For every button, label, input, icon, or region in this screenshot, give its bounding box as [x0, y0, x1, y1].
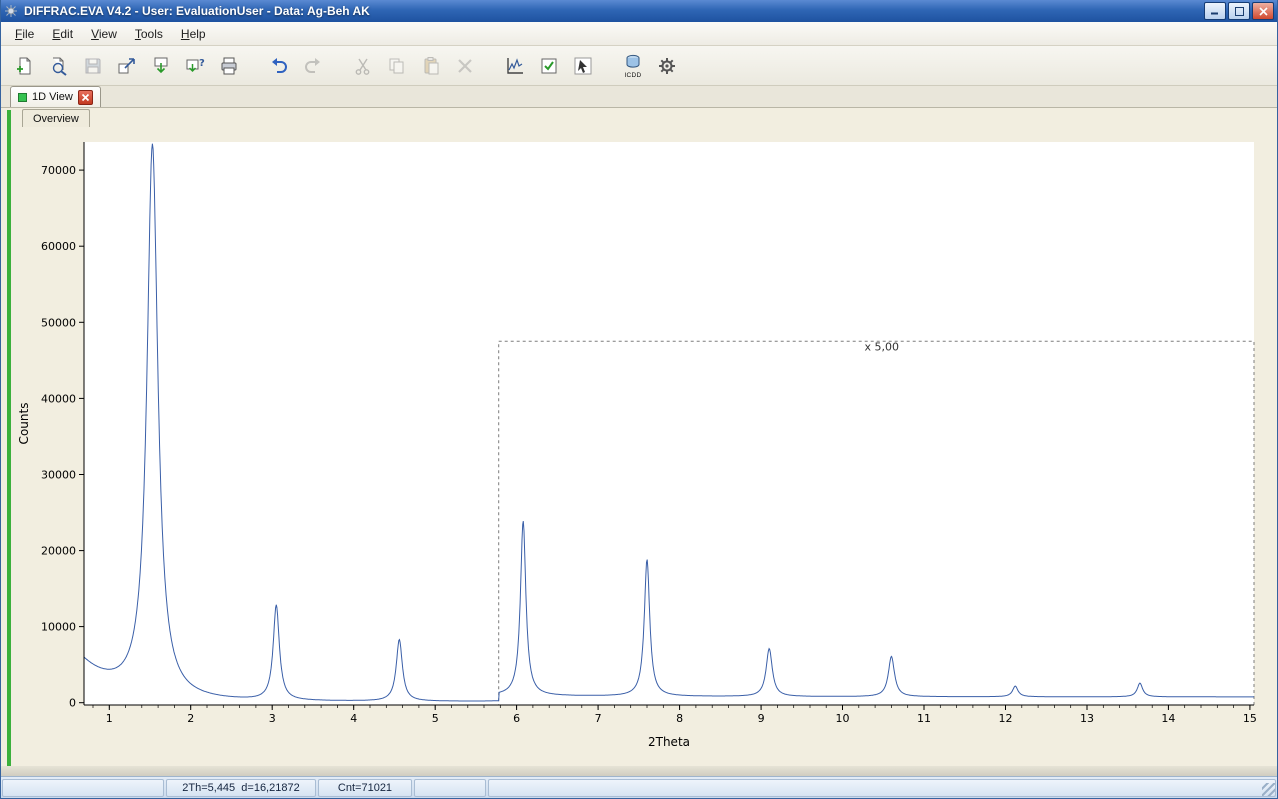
paste-icon — [421, 56, 441, 76]
title-bar: DIFFRAC.EVA V4.2 - User: EvaluationUser … — [0, 0, 1278, 22]
menu-help[interactable]: Help — [172, 24, 215, 44]
svg-text:20000: 20000 — [41, 545, 76, 558]
svg-text:2Theta: 2Theta — [648, 735, 690, 749]
toolbar-print-button[interactable] — [214, 49, 244, 83]
menu-edit[interactable]: Edit — [43, 24, 82, 44]
svg-text:15: 15 — [1243, 712, 1257, 725]
svg-text:60000: 60000 — [41, 240, 76, 253]
menu-view[interactable]: View — [82, 24, 126, 44]
status-cell-coordinates: 2Th=5,445 d=16,21872 — [166, 779, 316, 797]
svg-text:14: 14 — [1161, 712, 1175, 725]
svg-text:2: 2 — [187, 712, 194, 725]
svg-text:8: 8 — [676, 712, 683, 725]
svg-text:50000: 50000 — [41, 316, 76, 329]
menu-file[interactable]: File — [6, 24, 43, 44]
tab-close-button[interactable] — [77, 89, 93, 105]
new-icon — [15, 56, 35, 76]
tab-strip: 1D View — [0, 86, 1278, 108]
copy-icon — [387, 56, 407, 76]
svg-text:5: 5 — [432, 712, 439, 725]
open-preview-icon — [49, 56, 69, 76]
view-type-icon — [18, 92, 27, 102]
resize-grip[interactable] — [1262, 783, 1275, 796]
redo-icon — [303, 56, 323, 76]
icdd-label: ICDD — [624, 72, 642, 79]
toolbar-scan-chart-button[interactable] — [500, 49, 530, 83]
toolbar-import-button[interactable] — [146, 49, 176, 83]
pointer-icon — [573, 56, 593, 76]
svg-text:x 5,00: x 5,00 — [865, 341, 900, 354]
toolbar-pointer-button[interactable] — [568, 49, 598, 83]
toolbar-check-view-button[interactable] — [534, 49, 564, 83]
toolbar-paste-button — [416, 49, 446, 83]
svg-text:11: 11 — [917, 712, 931, 725]
close-button[interactable] — [1252, 2, 1274, 20]
window-title: DIFFRAC.EVA V4.2 - User: EvaluationUser … — [24, 4, 370, 18]
import-icon — [151, 56, 171, 76]
delete-icon — [455, 56, 475, 76]
svg-text:30000: 30000 — [41, 469, 76, 482]
toolbar: ? ICDD — [0, 46, 1278, 86]
chart-panel: x 5,00 1 2 3 4 5 6 7 8 9 10 11 12 13 14 15 0 10000 20000 30… — [0, 128, 1278, 766]
sub-tab-strip: Overview — [0, 108, 1278, 128]
svg-text:4: 4 — [350, 712, 357, 725]
toolbar-undo-button[interactable] — [264, 49, 294, 83]
svg-text:70000: 70000 — [41, 164, 76, 177]
menu-bar: File Edit View Tools Help — [0, 22, 1278, 46]
toolbar-icdd-button[interactable]: ICDD — [618, 49, 648, 83]
svg-text:0: 0 — [69, 697, 76, 710]
app-icon — [4, 4, 18, 18]
scan-chart-icon — [505, 56, 525, 76]
menu-tools[interactable]: Tools — [126, 24, 172, 44]
toolbar-save-as-button[interactable]: ? — [180, 49, 210, 83]
toolbar-save-button — [78, 49, 108, 83]
toolbar-settings-button[interactable] — [652, 49, 682, 83]
svg-text:Counts: Counts — [17, 403, 31, 445]
svg-text:6: 6 — [513, 712, 520, 725]
diffraction-chart[interactable]: x 5,001 2 3 4 5 6 7 8 9 10 11 12 13 14 150100002000030… — [12, 130, 1262, 755]
print-icon — [219, 56, 239, 76]
icdd-icon — [623, 52, 643, 72]
svg-text:13: 13 — [1080, 712, 1094, 725]
status-cell-empty-3 — [488, 779, 1276, 797]
svg-text:3: 3 — [269, 712, 276, 725]
cut-icon — [353, 56, 373, 76]
tab-1d-view[interactable]: 1D View — [10, 86, 101, 107]
save-as-icon: ? — [185, 56, 205, 76]
tab-1d-view-label: 1D View — [32, 91, 73, 103]
toolbar-export-button[interactable] — [112, 49, 142, 83]
svg-text:12: 12 — [999, 712, 1013, 725]
active-view-indicator — [7, 110, 11, 766]
maximize-button[interactable] — [1228, 2, 1250, 20]
svg-text:10: 10 — [836, 712, 850, 725]
tab-overview[interactable]: Overview — [22, 109, 90, 127]
export-icon — [117, 56, 137, 76]
status-bar: 2Th=5,445 d=16,21872 Cnt=71021 — [0, 776, 1278, 799]
svg-text:40000: 40000 — [41, 392, 76, 405]
toolbar-open-preview-button[interactable] — [44, 49, 74, 83]
save-icon — [83, 56, 103, 76]
status-cell-empty-1 — [2, 779, 164, 797]
tab-overview-label: Overview — [33, 112, 79, 125]
svg-text:10000: 10000 — [41, 621, 76, 634]
status-cell-empty-2 — [414, 779, 486, 797]
toolbar-copy-button — [382, 49, 412, 83]
settings-icon — [657, 56, 677, 76]
svg-text:?: ? — [199, 58, 205, 69]
toolbar-redo-button — [298, 49, 328, 83]
svg-text:7: 7 — [595, 712, 602, 725]
svg-text:1: 1 — [106, 712, 113, 725]
panel-footer — [0, 766, 1278, 776]
undo-icon — [269, 56, 289, 76]
minimize-button[interactable] — [1204, 2, 1226, 20]
status-cell-counts: Cnt=71021 — [318, 779, 412, 797]
toolbar-cut-button — [348, 49, 378, 83]
toolbar-new-button[interactable] — [10, 49, 40, 83]
check-view-icon — [539, 56, 559, 76]
svg-text:9: 9 — [758, 712, 765, 725]
toolbar-delete-button — [450, 49, 480, 83]
